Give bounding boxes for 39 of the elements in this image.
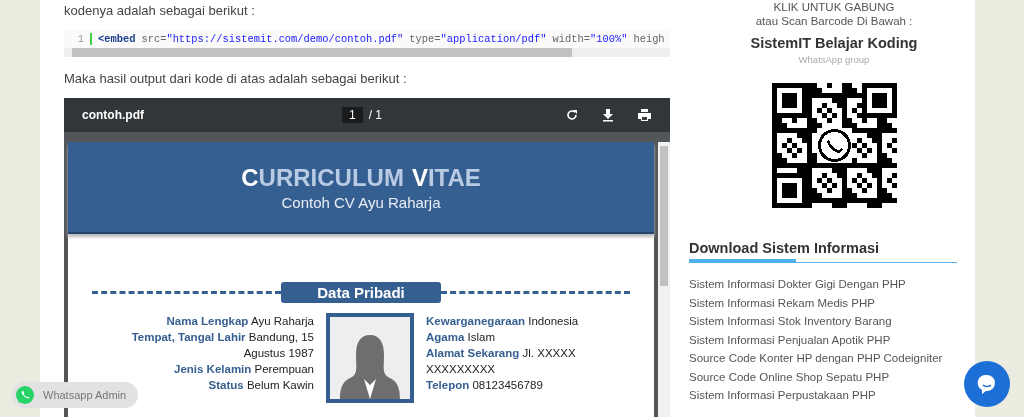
horizontal-scrollbar[interactable] <box>64 48 670 57</box>
download-icon[interactable] <box>601 108 615 122</box>
join-prompt[interactable]: KLIK UNTUK GABUNG <box>773 1 895 13</box>
personal-detail: Tempat, Tangal Lahir Bandung, 15 Agustus 1987 <box>130 330 314 361</box>
file-name: contoh.pdf <box>82 108 145 122</box>
chat-bubble-icon <box>15 385 35 405</box>
line-number: 1 <box>64 33 92 45</box>
sidebar-link[interactable]: Source Code Online Shop Sepatu PHP <box>689 367 959 386</box>
scan-instruction: atau Scan Barcode Di Bawah : <box>755 15 913 27</box>
code-text: <embed src="https://sistemit.com/demo/contoh.pdf" type="application/pdf" width="100%" heigh <box>98 33 665 45</box>
print-icon[interactable] <box>637 108 652 122</box>
widget-title: Download Sistem Informasi <box>689 240 881 256</box>
cv-subtitle: Contoh CV Ayu Raharja <box>281 193 441 211</box>
personal-detail: Telepon 08123456789 <box>426 378 544 393</box>
qr-code-drawing[interactable] <box>771 83 897 208</box>
sidebar-link[interactable]: Source Code Konter HP dengan PHP Codeigniter <box>689 349 959 368</box>
sidebar-link[interactable]: Sistem Informasi Stok Inventory Barang <box>689 312 959 331</box>
sidebar-link[interactable]: Sistem Informasi Rekam Medis PHP <box>689 293 959 312</box>
section-heading: Data Pribadi <box>281 282 441 303</box>
personal-detail: Kewarganegaraan Indonesia <box>426 314 580 329</box>
cv-title: CURRICULUM VITAE <box>241 163 481 192</box>
page-number-field[interactable]: 1 <box>342 107 363 123</box>
whatsapp-admin-button[interactable]: Whatsapp Admin <box>12 382 139 408</box>
page-total: / 1 <box>368 108 383 122</box>
rotate-icon[interactable] <box>565 108 579 122</box>
sidebar-link[interactable]: Sistem Informasi Penjualan Apotik PHP <box>689 330 959 349</box>
personal-detail: Status Belum Kawin <box>207 378 314 393</box>
personal-detail: Alamat Sekarang Jl. XXXXX XXXXXXXXX <box>426 346 577 377</box>
vertical-scrollbar[interactable] <box>658 142 670 417</box>
personal-detail: Agama Islam <box>426 330 497 345</box>
group-subtitle: WhatsApp group <box>798 54 870 65</box>
chat-button[interactable] <box>964 361 1010 407</box>
sidebar-link[interactable]: Sistem Informasi Perpustakaan PHP <box>689 386 959 405</box>
personal-detail: Nama Lengkap Ayu Raharja <box>165 314 314 329</box>
sidebar-link[interactable]: Sistem Informasi Dokter Gigi Dengan PHP <box>689 275 959 294</box>
personal-detail: Jenis Kelamin Perempuan <box>173 362 314 377</box>
group-name: SistemIT Belajar Koding <box>750 35 918 51</box>
paragraph-text: Maka hasil output dari kode di atas adalah sebagai berikut : <box>64 71 408 86</box>
paragraph-text: kodenya adalah sebagai berikut : <box>64 3 256 18</box>
